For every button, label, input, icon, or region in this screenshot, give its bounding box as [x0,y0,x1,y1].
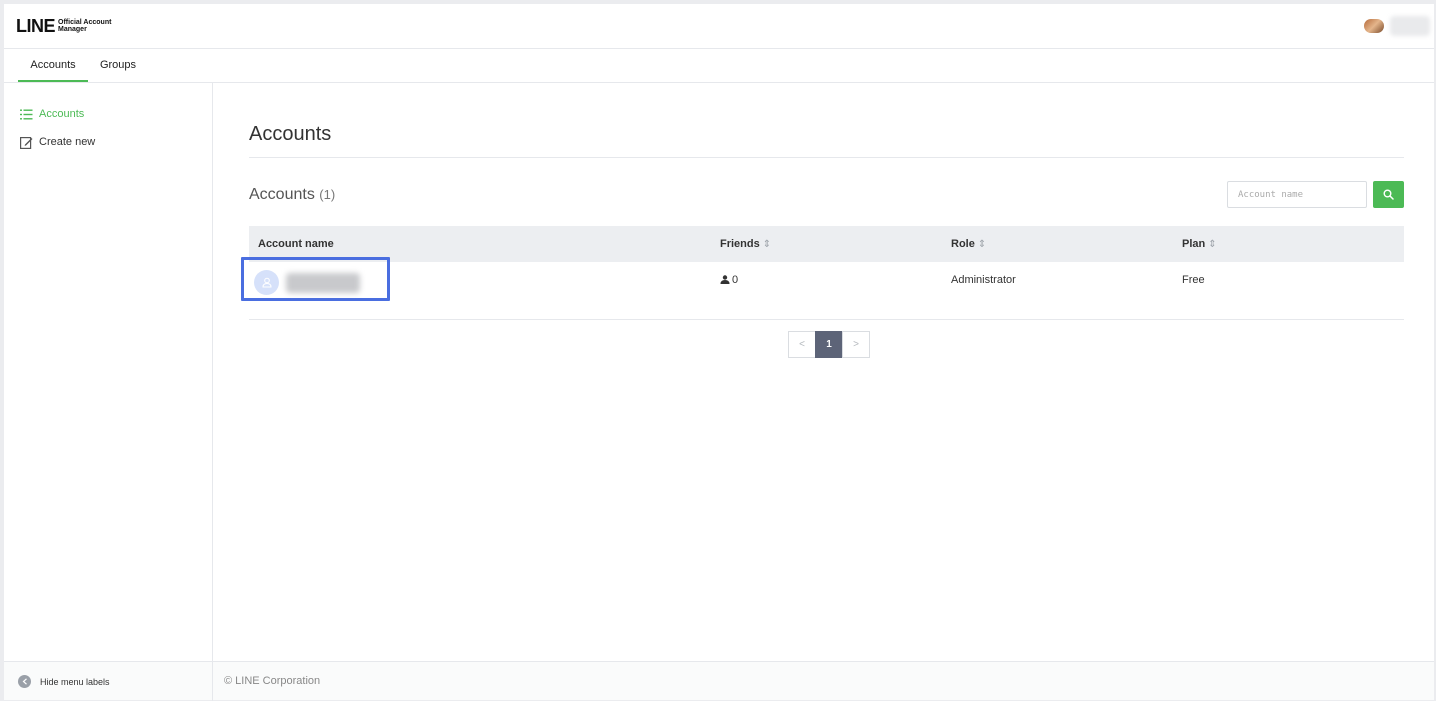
tab-accounts[interactable]: Accounts [18,49,88,82]
account-name-redacted[interactable] [286,273,360,293]
line-logo[interactable]: LINE Official Account Manager [16,17,111,35]
accounts-table: Account name Friends ⇕ Role ⇕ Plan ⇕ 0 A… [241,226,1404,320]
top-header: LINE Official Account Manager [4,4,1434,49]
copyright-text: © LINE Corporation [224,675,321,687]
footer: Hide menu labels © LINE Corporation [4,661,1434,701]
sidebar: Accounts Create new [4,83,213,661]
pagination-next-button[interactable]: > [842,331,870,358]
list-icon [19,107,33,121]
friends-cell: 0 [720,274,738,287]
user-avatar[interactable] [1364,19,1384,33]
account-avatar [254,270,279,295]
edit-icon [19,135,33,149]
account-count: (1) [319,187,336,202]
pagination-prev-button[interactable]: < [788,331,816,358]
friends-icon [720,275,730,287]
sidebar-item-label: Accounts [39,108,85,120]
table-row[interactable]: 0 Administrator Free [241,257,1404,320]
table-header: Account name Friends ⇕ Role ⇕ Plan ⇕ [249,226,1404,262]
person-icon [261,277,272,288]
hide-menu-labels-text: Hide menu labels [40,676,110,687]
search-button[interactable] [1373,181,1404,208]
sidebar-item-create-new[interactable]: Create new [19,134,95,150]
chevron-left-icon [18,675,31,688]
user-name-redacted[interactable] [1390,16,1430,36]
logo-main-text: LINE [16,16,56,36]
top-tabs: Accounts Groups [4,49,1434,83]
app-frame: LINE Official Account Manager Accounts G… [4,4,1434,701]
sidebar-item-accounts[interactable]: Accounts [19,106,84,122]
sort-icon: ⇕ [762,239,772,250]
tab-groups[interactable]: Groups [94,49,142,82]
column-header-friends[interactable]: Friends ⇕ [720,226,771,262]
pagination: < 1 > [788,331,870,358]
logo-sub-text: Official Account Manager [58,19,111,34]
pagination-page-1[interactable]: 1 [815,331,843,358]
search-icon [1383,189,1394,200]
logo-sub-line1: Official Account [58,18,112,26]
main-content: Accounts Accounts (1) Account name Frien… [214,83,1434,661]
friends-count: 0 [732,274,739,286]
sort-icon: ⇕ [977,239,987,250]
column-header-plan[interactable]: Plan ⇕ [1182,226,1217,262]
sidebar-item-label: Create new [39,136,96,148]
plan-cell: Free [1182,274,1205,286]
logo-sub-line2: Manager [58,26,87,33]
sort-icon: ⇕ [1208,239,1217,250]
section-title-text: Accounts [249,186,315,203]
section-title: Accounts (1) [249,186,335,204]
page-title: Accounts [249,123,332,145]
account-name-cell-highlight[interactable] [241,257,390,301]
role-cell: Administrator [951,274,1016,286]
hide-menu-labels-toggle[interactable]: Hide menu labels [4,662,213,701]
account-search-input[interactable] [1227,181,1367,208]
column-header-role[interactable]: Role ⇕ [951,226,986,262]
title-divider [249,157,1404,158]
